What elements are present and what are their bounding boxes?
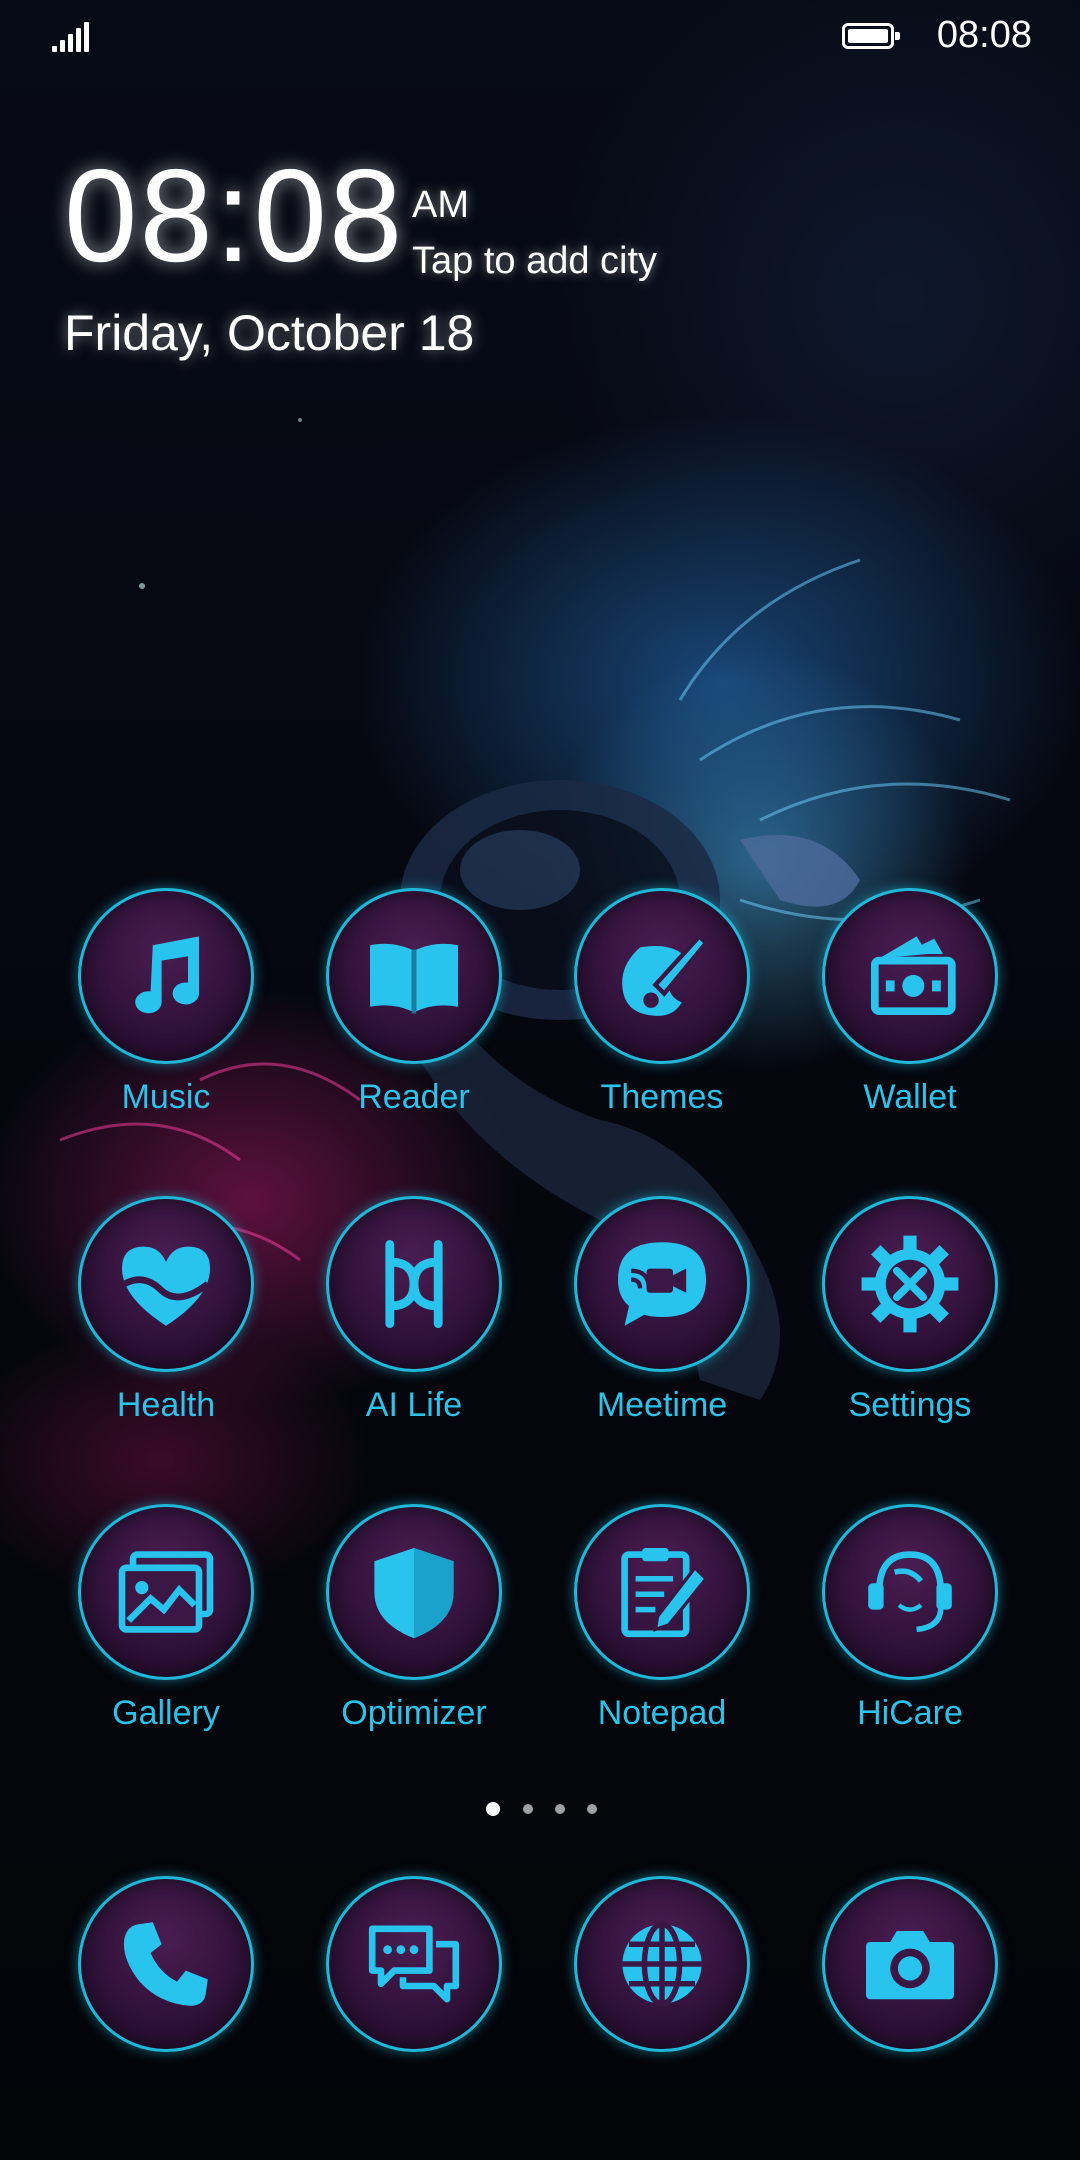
- app-label: Settings: [848, 1386, 972, 1424]
- clock-ampm: AM: [412, 184, 469, 226]
- app-label: Optimizer: [341, 1694, 487, 1732]
- app-meetime[interactable]: Meetime: [544, 1196, 764, 1456]
- app-optimizer[interactable]: Optimizer: [296, 1504, 516, 1764]
- video-chat-icon: [574, 1196, 750, 1372]
- app-music[interactable]: Music: [48, 888, 268, 1148]
- app-label: Gallery: [112, 1694, 220, 1732]
- app-label: HiCare: [857, 1694, 963, 1732]
- app-themes[interactable]: Themes: [544, 888, 764, 1148]
- page-dot[interactable]: [587, 1804, 597, 1814]
- headset-icon: [822, 1504, 998, 1680]
- app-label: Notepad: [597, 1694, 727, 1732]
- camera-icon: [822, 1876, 998, 2052]
- status-bar: 08:08: [0, 0, 1080, 72]
- app-label: Health: [116, 1386, 216, 1424]
- app-notepad[interactable]: Notepad: [544, 1504, 764, 1764]
- app-hicare[interactable]: HiCare: [792, 1504, 1012, 1764]
- gear-icon: [822, 1196, 998, 1372]
- phone-icon: [78, 1876, 254, 2052]
- dock-messages[interactable]: [296, 1876, 532, 2056]
- signal-icon: [52, 20, 92, 52]
- app-gallery[interactable]: Gallery: [48, 1504, 268, 1764]
- app-ai-life[interactable]: AI Life: [296, 1196, 516, 1456]
- browser-icon: [574, 1876, 750, 2052]
- app-label: Meetime: [596, 1386, 728, 1424]
- brush-icon: [574, 888, 750, 1064]
- gallery-icon: [78, 1504, 254, 1680]
- app-wallet[interactable]: Wallet: [792, 888, 1012, 1148]
- book-icon: [326, 888, 502, 1064]
- battery-full-icon: [842, 23, 900, 49]
- page-dot-active[interactable]: [486, 1802, 500, 1816]
- heart-icon: [78, 1196, 254, 1372]
- add-city-link[interactable]: Tap to add city: [412, 240, 657, 283]
- clock-date[interactable]: Friday, October 18: [64, 304, 474, 362]
- app-label: AI Life: [365, 1386, 463, 1424]
- app-label: Themes: [600, 1078, 724, 1116]
- status-time: 08:08: [936, 14, 1032, 56]
- app-health[interactable]: Health: [48, 1196, 268, 1456]
- app-label: Wallet: [863, 1078, 957, 1116]
- app-reader[interactable]: Reader: [296, 888, 516, 1148]
- notepad-icon: [574, 1504, 750, 1680]
- dock-phone[interactable]: [48, 1876, 284, 2056]
- wallet-icon: [822, 888, 998, 1064]
- page-dot[interactable]: [555, 1804, 565, 1814]
- clock-time[interactable]: 08:08: [64, 150, 404, 282]
- page-indicator[interactable]: [0, 1802, 1080, 1824]
- app-settings[interactable]: Settings: [792, 1196, 1012, 1456]
- app-label: Music: [121, 1078, 211, 1116]
- page-dot[interactable]: [523, 1804, 533, 1814]
- dock-camera[interactable]: [792, 1876, 1028, 2056]
- home-screen: 08:08 08:08 AM Tap to add city Friday, O…: [0, 0, 1080, 2160]
- ai-life-icon: [326, 1196, 502, 1372]
- dock-browser[interactable]: [544, 1876, 780, 2056]
- messages-icon: [326, 1876, 502, 2052]
- app-label: Reader: [358, 1078, 470, 1116]
- shield-icon: [326, 1504, 502, 1680]
- music-note-icon: [78, 888, 254, 1064]
